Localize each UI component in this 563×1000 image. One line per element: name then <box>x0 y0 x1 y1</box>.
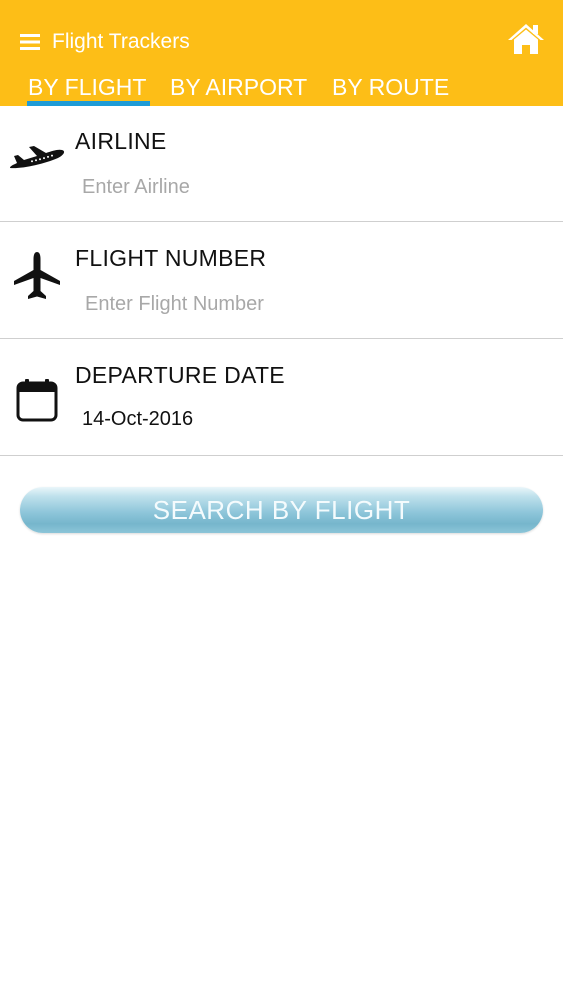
app-title: Flight Trackers <box>52 30 190 53</box>
airline-row: AIRLINE <box>0 106 563 222</box>
airline-label: AIRLINE <box>75 128 167 154</box>
tab-by-route[interactable]: BY ROUTE <box>332 72 449 106</box>
flight-number-label: FLIGHT NUMBER <box>75 245 267 271</box>
home-icon <box>508 24 544 54</box>
tab-by-airport[interactable]: BY AIRPORT <box>170 72 307 106</box>
flight-number-row: FLIGHT NUMBER <box>0 223 563 339</box>
airplane-takeoff-icon <box>10 146 65 169</box>
airplane-icon <box>14 252 60 299</box>
menu-button[interactable]: Flight Trackers <box>20 28 190 56</box>
departure-date-row: DEPARTURE DATE 14-Oct-2016 <box>0 340 563 456</box>
app-header: Flight Trackers BY FLIGHT BY AIRPORT BY … <box>0 0 563 106</box>
departure-date-value[interactable]: 14-Oct-2016 <box>82 408 193 431</box>
departure-date-label: DEPARTURE DATE <box>75 362 285 388</box>
search-by-flight-button[interactable]: SEARCH BY FLIGHT <box>20 487 543 533</box>
flight-number-input[interactable] <box>81 287 549 321</box>
hamburger-menu-icon <box>20 34 40 50</box>
calendar-icon <box>16 379 58 422</box>
airline-input[interactable] <box>78 170 546 204</box>
home-button[interactable] <box>507 22 545 56</box>
